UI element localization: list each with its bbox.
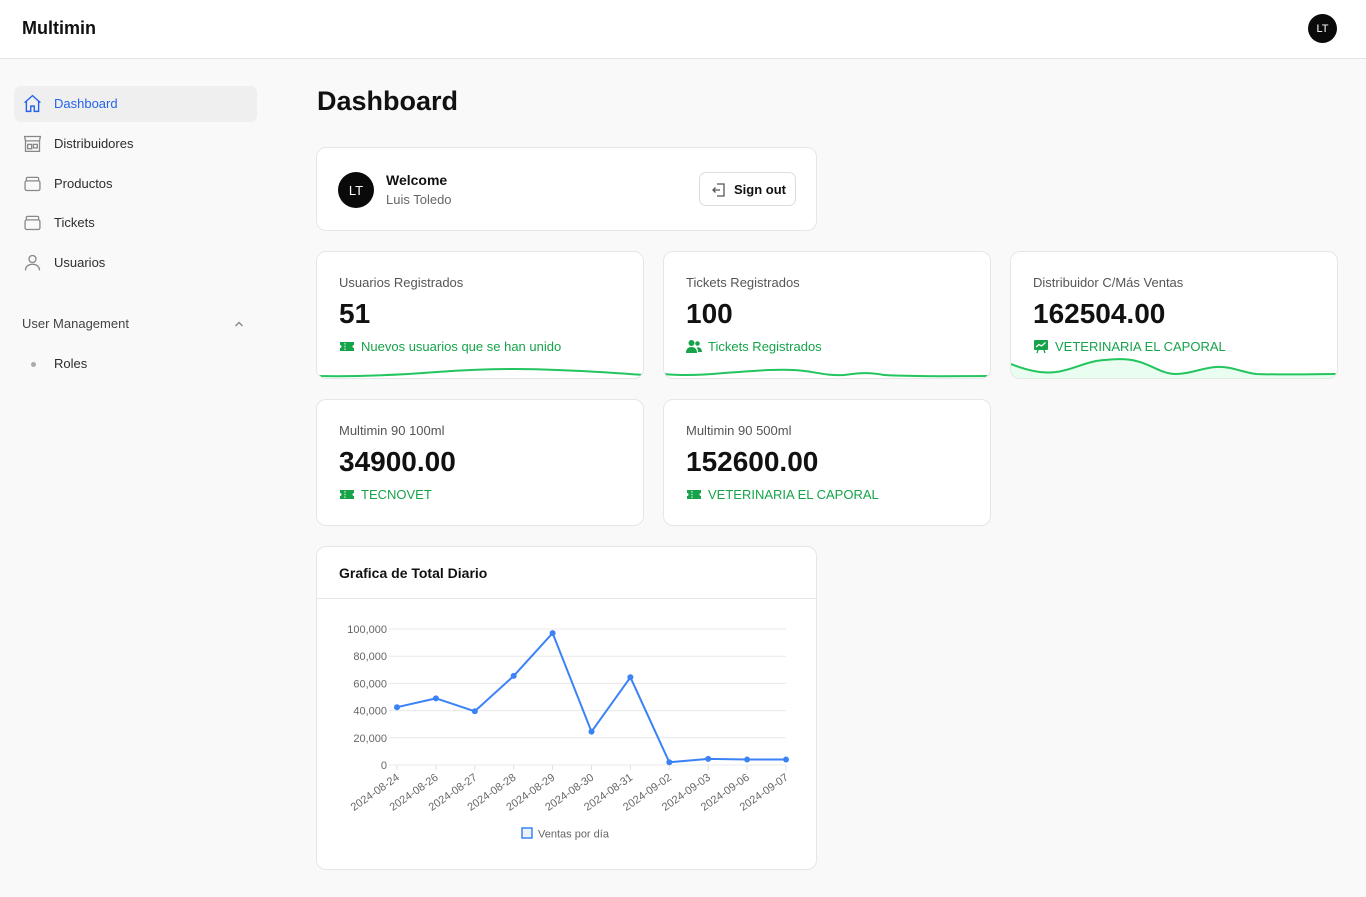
data-point <box>627 674 634 681</box>
line-chart: 020,00040,00060,00080,000100,0002024-08-… <box>347 624 790 841</box>
user-name: Luis Toledo <box>386 192 452 207</box>
ticket-icon <box>340 490 354 499</box>
bullet-icon <box>31 362 36 367</box>
data-point <box>744 756 751 763</box>
welcome-card: LT Welcome Luis Toledo Sign out <box>316 147 817 231</box>
sidebar-item-label: Distribuidores <box>54 136 134 151</box>
stat-label: Tickets Registrados <box>686 275 800 290</box>
sidebar-item-label: Dashboard <box>54 96 118 111</box>
y-tick-label: 0 <box>381 760 387 772</box>
sidebar-item-tickets[interactable]: Tickets <box>14 205 257 241</box>
stat-label: Multimin 90 500ml <box>686 423 792 438</box>
sparkline <box>664 368 990 378</box>
stat-subtext-label: VETERINARIA EL CAPORAL <box>708 487 879 502</box>
sparkline <box>317 367 643 378</box>
stat-card-tickets: Tickets Registrados 100 Tickets Registra… <box>663 251 991 379</box>
sparkline <box>1011 358 1337 378</box>
box-icon <box>24 176 41 192</box>
stat-label: Distribuidor C/Más Ventas <box>1033 275 1184 290</box>
sign-out-button[interactable]: Sign out <box>699 172 796 206</box>
brand-logo[interactable]: Multimin <box>22 18 96 39</box>
legend-label: Ventas por día <box>538 829 610 841</box>
stat-value: 152600.00 <box>686 446 819 477</box>
data-point <box>549 630 556 637</box>
data-point <box>394 704 400 711</box>
y-tick-label: 80,000 <box>353 651 387 663</box>
sidebar-item-dashboard[interactable]: Dashboard <box>14 86 257 122</box>
sidebar: Dashboard Distribuidores Productos Ticke… <box>0 59 270 897</box>
sidebar-item-usuarios[interactable]: Usuarios <box>14 245 257 281</box>
data-point <box>588 728 595 735</box>
page-title: Dashboard <box>317 86 459 116</box>
user-avatar[interactable]: LT <box>1308 14 1337 43</box>
stat-label: Usuarios Registrados <box>339 275 464 290</box>
stat-card-distribuidor: Distribuidor C/Más Ventas 162504.00 VETE… <box>1010 251 1338 379</box>
sidebar-item-label: Usuarios <box>54 255 106 270</box>
stat-card-multimin-500: Multimin 90 500ml 152600.00 VETERINARIA … <box>663 399 991 526</box>
home-icon <box>24 94 41 113</box>
y-tick-label: 60,000 <box>353 678 387 690</box>
ticket-icon <box>687 490 701 499</box>
data-point <box>705 755 712 762</box>
series-line <box>396 632 786 764</box>
stat-subtext-label: TECNOVET <box>361 487 432 502</box>
stat-value: 100 <box>686 298 733 329</box>
y-tick-label: 100,000 <box>347 624 387 636</box>
stat-value: 162504.00 <box>1033 298 1166 329</box>
user-icon <box>24 254 41 271</box>
stat-card-usuarios: Usuarios Registrados 51 Nuevos usuarios … <box>316 251 644 379</box>
sidebar-item-roles[interactable]: Roles <box>14 349 257 377</box>
chart-card-title: Grafica de Total Diario <box>339 565 488 581</box>
sign-out-icon <box>712 183 725 197</box>
sidebar-item-productos[interactable]: Productos <box>14 166 257 202</box>
box-icon <box>24 215 41 231</box>
y-tick-label: 40,000 <box>353 706 387 718</box>
welcome-title: Welcome <box>386 172 448 188</box>
data-point <box>471 708 478 715</box>
data-point <box>510 672 517 679</box>
top-bar: Multimin LT <box>0 0 1366 59</box>
chevron-up-icon[interactable] <box>233 318 245 330</box>
data-point <box>432 695 439 702</box>
stat-value: 51 <box>339 298 371 329</box>
sidebar-item-label: Productos <box>54 176 113 191</box>
store-icon <box>23 135 42 153</box>
data-point <box>783 756 789 763</box>
stat-card-multimin-100: Multimin 90 100ml 34900.00 TECNOVET <box>316 399 644 526</box>
sidebar-item-label: Roles <box>54 356 88 371</box>
sign-out-label: Sign out <box>734 182 786 197</box>
sidebar-item-label: Tickets <box>54 215 95 230</box>
y-tick-label: 20,000 <box>353 733 387 745</box>
section-user-management[interactable]: User Management <box>22 316 129 331</box>
data-point <box>666 759 673 766</box>
legend-swatch <box>521 827 533 839</box>
stat-label: Multimin 90 100ml <box>339 423 445 438</box>
chart-card: Grafica de Total Diario 0 20,000 40,000 60,… <box>316 546 817 870</box>
sidebar-item-distribuidores[interactable]: Distribuidores <box>14 126 257 162</box>
avatar: LT <box>338 172 374 208</box>
stat-value: 34900.00 <box>339 446 456 477</box>
